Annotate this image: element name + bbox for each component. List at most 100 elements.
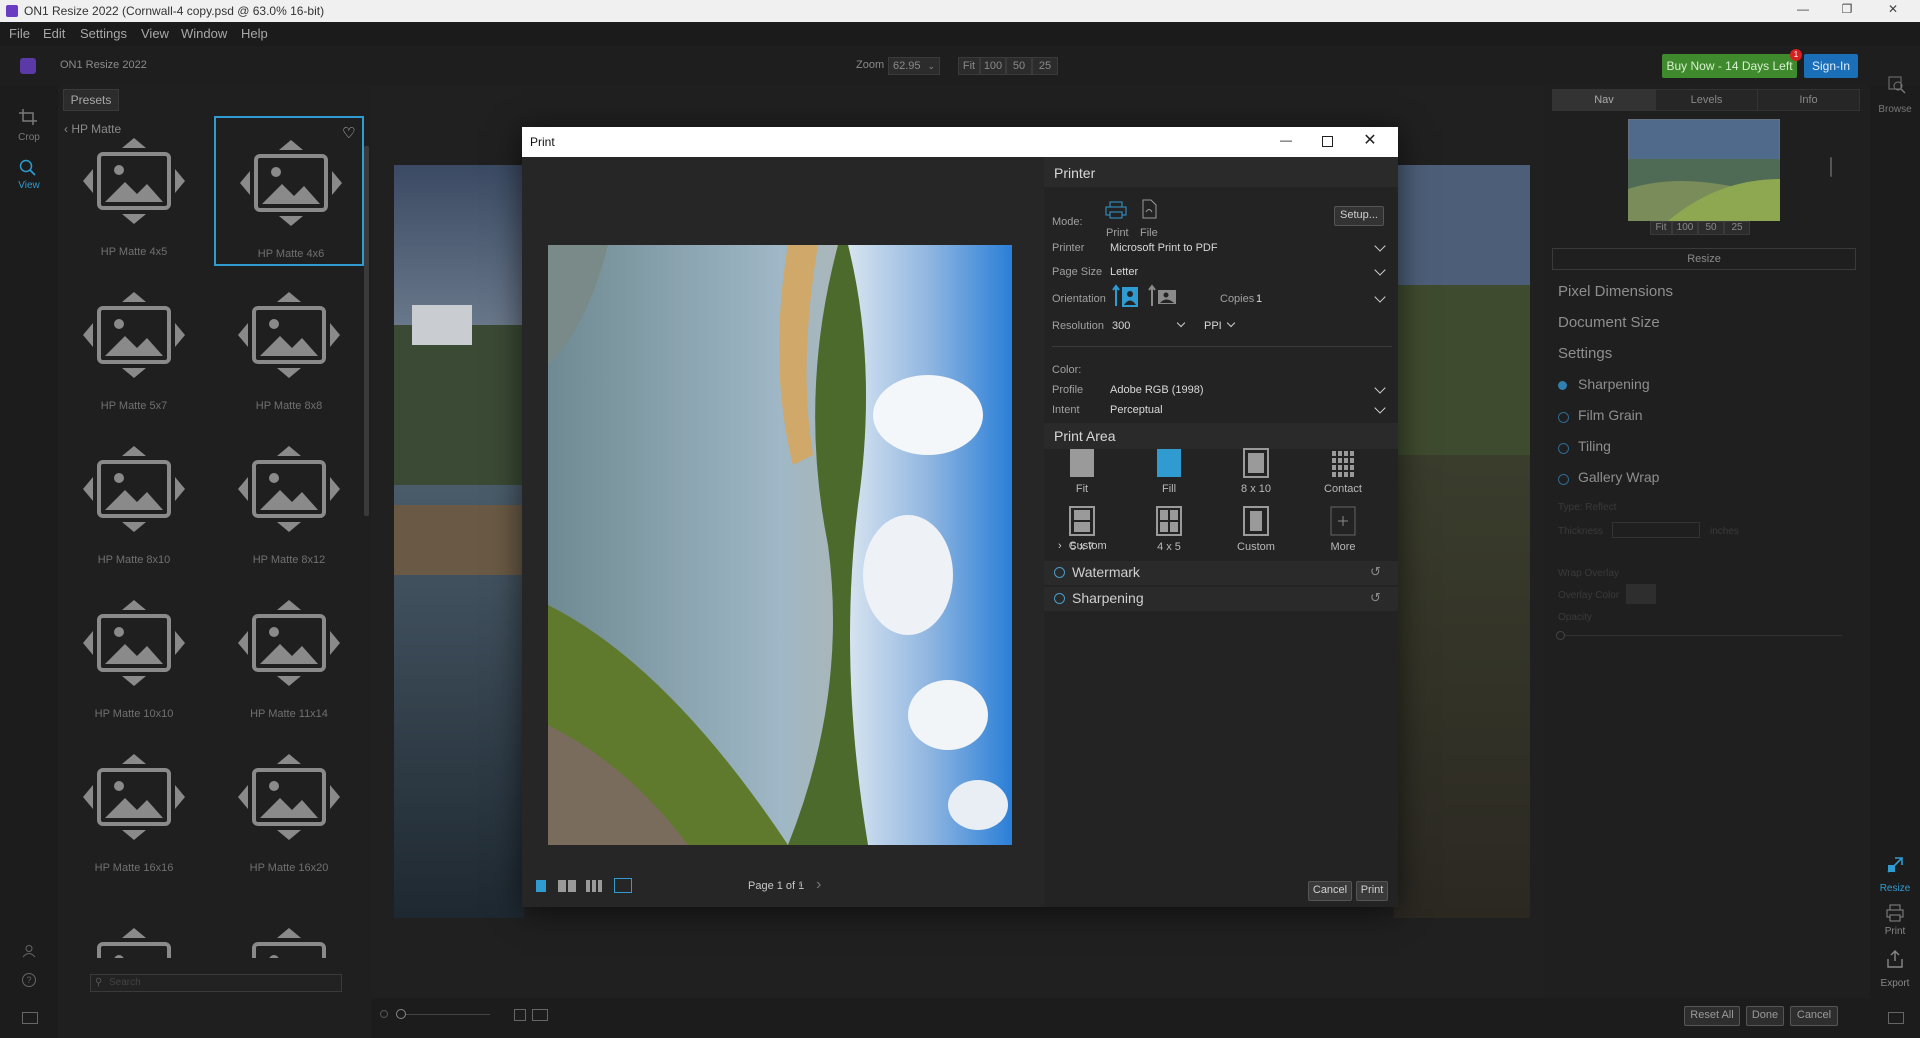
print-area-custom[interactable]: Custom	[1223, 503, 1289, 559]
zoom-25-button[interactable]: 25	[1032, 57, 1058, 75]
section-document-size[interactable]: Document Size	[1558, 314, 1660, 331]
mode-file-icon[interactable]	[1140, 199, 1158, 219]
reset-all-button[interactable]: Reset All	[1684, 1006, 1740, 1026]
zoom-out-icon[interactable]	[380, 1010, 388, 1018]
custom-row[interactable]: › Custom	[1058, 540, 1107, 552]
preset-thumbnail-icon[interactable]	[81, 924, 187, 958]
overlay-color-swatch[interactable]	[1626, 584, 1656, 604]
dialog-minimize-icon[interactable]: —	[1276, 133, 1296, 147]
print-area-contact[interactable]: Contact	[1310, 445, 1376, 501]
nav-zoom-100[interactable]: 100	[1672, 221, 1698, 235]
done-button[interactable]: Done	[1746, 1006, 1784, 1026]
preset-item[interactable]: HP Matte 16x16	[59, 732, 209, 882]
preset-item[interactable]: HP Matte 16x20	[214, 732, 364, 882]
browse-icon[interactable]	[1888, 76, 1906, 94]
preset-search-input[interactable]: ⚲ Search	[90, 974, 342, 992]
film-grain-toggle[interactable]	[1558, 412, 1569, 423]
preset-item[interactable]: HP Matte 8x8	[214, 270, 364, 420]
print-area-fit[interactable]: Fit	[1049, 445, 1115, 501]
section-pixel-dimensions[interactable]: Pixel Dimensions	[1558, 283, 1673, 300]
presets-scrollbar[interactable]	[364, 146, 369, 516]
tab-info[interactable]: Info	[1757, 90, 1859, 110]
grid-view-icon[interactable]	[586, 880, 604, 892]
buy-now-button[interactable]: Buy Now - 14 Days Left	[1662, 54, 1797, 78]
zoom-slider[interactable]	[400, 1014, 490, 1015]
watermark-reset-icon[interactable]: ↺	[1370, 564, 1381, 580]
resize-icon[interactable]	[1886, 856, 1904, 874]
menu-edit[interactable]: Edit	[43, 26, 65, 41]
right-panel-toggle-icon[interactable]	[1888, 1012, 1904, 1024]
print-area-4x5[interactable]: 4 x 5	[1136, 503, 1202, 559]
opacity-slider-handle[interactable]	[1556, 631, 1565, 640]
presets-tab[interactable]: Presets	[63, 89, 119, 111]
preset-item[interactable]: HP Matte 4x5	[59, 116, 209, 266]
opacity-slider[interactable]	[1558, 635, 1842, 636]
print-icon[interactable]	[1886, 904, 1904, 922]
navigator-thumbnail[interactable]	[1628, 119, 1780, 221]
section-settings[interactable]: Settings	[1558, 345, 1612, 362]
landscape-orientation-icon[interactable]	[1148, 284, 1178, 308]
dialog-cancel-button[interactable]: Cancel	[1308, 881, 1352, 901]
preset-item[interactable]: HP Matte 8x12	[214, 424, 364, 574]
two-page-view-icon[interactable]	[558, 880, 576, 892]
page-size-select[interactable]: Letter	[1110, 263, 1390, 281]
zoom-fit-button[interactable]: Fit	[958, 57, 980, 75]
sharpening-toggle[interactable]	[1054, 593, 1065, 604]
zoom-input[interactable]: 62.95 ⌄	[888, 57, 940, 75]
zoom-100-button[interactable]: 100	[980, 57, 1006, 75]
tiling-toggle[interactable]	[1558, 443, 1569, 454]
preset-item[interactable]: HP Matte 8x10	[59, 424, 209, 574]
dialog-close-icon[interactable]: ✕	[1360, 130, 1380, 150]
preset-item[interactable]: HP Matte 4x6 ♡	[214, 116, 364, 266]
resolution-input[interactable]: 300	[1110, 317, 1190, 335]
dialog-print-button[interactable]: Print	[1356, 881, 1388, 901]
copies-input[interactable]: 1	[1252, 290, 1390, 308]
favorite-heart-icon[interactable]: ♡	[342, 124, 355, 142]
sharpening-section[interactable]: Sharpening ↺	[1044, 587, 1398, 611]
sharpening-enabled-dot[interactable]	[1558, 381, 1567, 390]
watermark-section[interactable]: Watermark ↺	[1044, 561, 1398, 585]
zoom-slider-handle[interactable]	[396, 1009, 406, 1019]
tab-levels[interactable]: Levels	[1655, 90, 1757, 110]
nav-zoom-50[interactable]: 50	[1698, 221, 1724, 235]
gallery-wrap-toggle[interactable]	[1558, 474, 1569, 485]
next-page-icon[interactable]: ›	[816, 876, 821, 894]
cancel-button[interactable]: Cancel	[1790, 1006, 1838, 1026]
resolution-unit-select[interactable]: PPI	[1204, 317, 1244, 335]
menu-settings[interactable]: Settings	[80, 26, 127, 41]
prev-page-icon[interactable]: ‹	[798, 876, 803, 894]
help-icon[interactable]: ?	[22, 973, 36, 987]
profile-select[interactable]: Adobe RGB (1998)	[1110, 381, 1390, 399]
setup-button[interactable]: Setup...	[1334, 206, 1384, 226]
actual-size-view-icon[interactable]	[614, 878, 632, 893]
intent-select[interactable]: Perceptual	[1110, 401, 1390, 419]
mode-print-icon[interactable]	[1104, 201, 1128, 219]
single-page-view-icon[interactable]	[536, 880, 546, 892]
section-sharpening[interactable]: Sharpening	[1578, 376, 1650, 392]
menu-file[interactable]: File	[9, 26, 30, 41]
section-film-grain[interactable]: Film Grain	[1578, 407, 1643, 423]
dialog-maximize-icon[interactable]	[1322, 136, 1333, 147]
close-icon[interactable]: ✕	[1883, 2, 1903, 20]
user-icon[interactable]	[22, 944, 36, 958]
preset-item[interactable]: HP Matte 10x10	[59, 578, 209, 728]
tab-nav[interactable]: Nav	[1553, 90, 1655, 110]
watermark-toggle[interactable]	[1054, 567, 1065, 578]
sharpening-reset-icon[interactable]: ↺	[1370, 590, 1381, 606]
nav-zoom-fit[interactable]: Fit	[1650, 221, 1672, 235]
section-tiling[interactable]: Tiling	[1578, 438, 1611, 454]
compare-view-icon[interactable]	[532, 1009, 548, 1021]
preset-item[interactable]: HP Matte 11x14	[214, 578, 364, 728]
panel-toggle-icon[interactable]	[22, 1012, 38, 1024]
resize-header[interactable]: Resize	[1552, 248, 1856, 270]
minimize-icon[interactable]: —	[1793, 2, 1813, 20]
section-gallery-wrap[interactable]: Gallery Wrap	[1578, 469, 1659, 485]
thickness-input[interactable]	[1612, 522, 1700, 538]
printer-select[interactable]: Microsoft Print to PDF	[1110, 239, 1390, 257]
printer-section-header[interactable]: Printer	[1044, 157, 1398, 187]
fit-view-icon[interactable]	[514, 1009, 526, 1021]
restore-icon[interactable]: ❐	[1837, 2, 1857, 20]
menu-help[interactable]: Help	[241, 26, 268, 41]
view-icon[interactable]	[18, 158, 38, 176]
zoom-50-button[interactable]: 50	[1006, 57, 1032, 75]
